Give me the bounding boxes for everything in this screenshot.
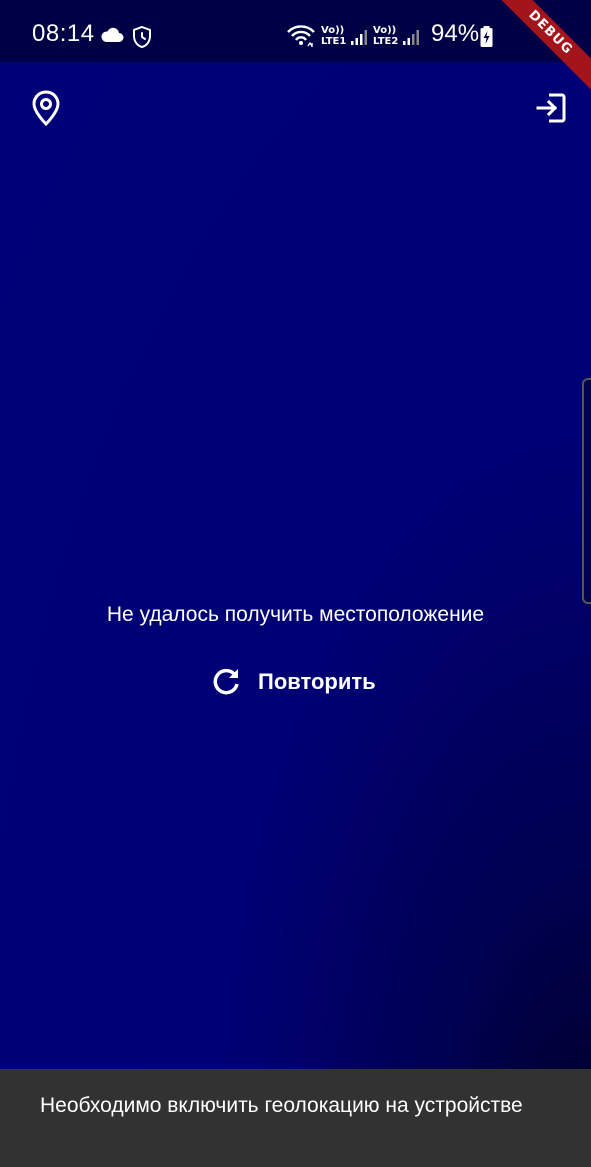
status-time: 08:14 — [32, 20, 95, 47]
signal-icon — [402, 28, 420, 51]
error-message: Не удалось получить местоположение — [106, 603, 485, 626]
lte2-indicator: Vo)) LTE2 — [373, 25, 398, 47]
lte1-label: LTE1 — [321, 36, 347, 47]
lte2-label: LTE2 — [373, 36, 399, 47]
location-pin-icon[interactable] — [32, 90, 60, 131]
app-screen: 08:14 Vo)) LTE1 Vo)) LTE2 94% DEBUG Не у… — [0, 0, 591, 1167]
signal-icon — [350, 28, 368, 51]
shield-clock-icon — [132, 25, 152, 54]
snackbar-message: Необходимо включить геолокацию на устрой… — [40, 1094, 523, 1117]
side-scroll-handle[interactable] — [582, 378, 591, 604]
snackbar: Необходимо включить геолокацию на устрой… — [0, 1069, 591, 1167]
exit-icon[interactable] — [535, 92, 567, 129]
battery-percent: 94% — [431, 20, 480, 47]
lte2-voice: Vo)) — [373, 25, 397, 36]
retry-button[interactable]: Повторить — [210, 660, 390, 704]
debug-ribbon-label: DEBUG — [491, 0, 591, 94]
debug-banner: DEBUG — [491, 0, 591, 100]
lte1-voice: Vo)) — [321, 25, 345, 36]
wifi-icon — [286, 24, 316, 53]
retry-label: Повторить — [258, 669, 376, 694]
refresh-icon — [210, 666, 242, 698]
lte1-indicator: Vo)) LTE1 — [321, 25, 346, 47]
cloud-icon — [100, 27, 124, 48]
